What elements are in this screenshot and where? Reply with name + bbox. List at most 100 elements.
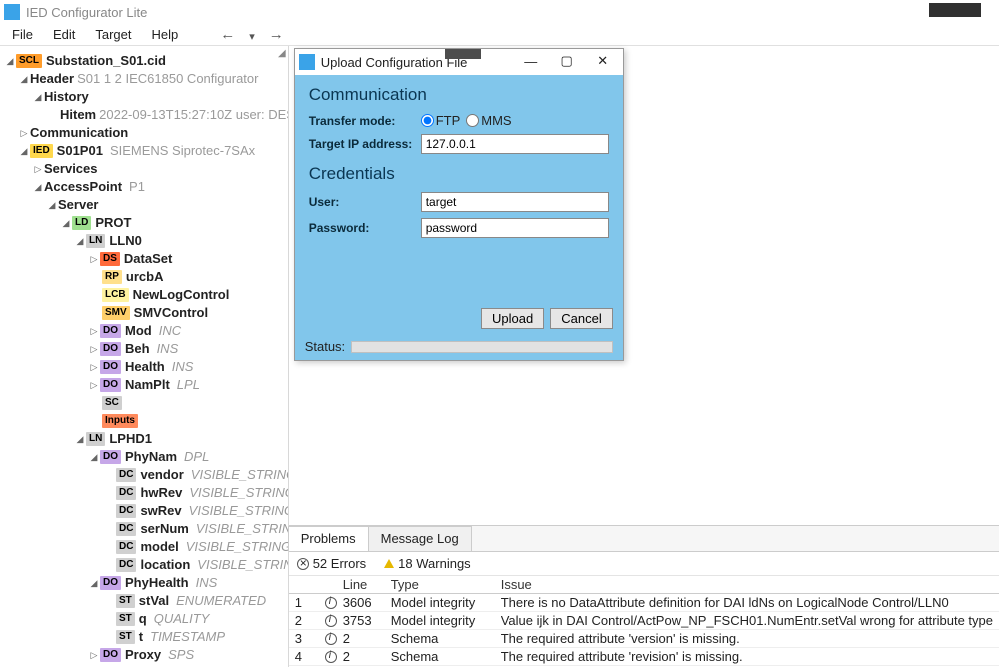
password-input[interactable] bbox=[421, 218, 609, 238]
services-label: Services bbox=[44, 160, 98, 178]
col-line[interactable]: Line bbox=[343, 577, 391, 592]
expander-icon[interactable]: ◢ bbox=[46, 196, 58, 214]
close-icon[interactable]: ✕ bbox=[585, 49, 621, 73]
tree-location[interactable]: DC location VISIBLE_STRING_255 bbox=[4, 556, 288, 574]
tree-mod[interactable]: ▷ DO Mod INC bbox=[4, 322, 288, 340]
menu-help[interactable]: Help bbox=[144, 25, 187, 44]
nav-dropdown-icon[interactable]: ▾ bbox=[249, 30, 255, 47]
expander-icon[interactable]: ◢ bbox=[74, 232, 86, 250]
tree-server[interactable]: ◢ Server bbox=[4, 196, 288, 214]
dialog-titlebar[interactable]: Upload Configuration File — ▢ ✕ bbox=[295, 49, 623, 75]
expander-icon[interactable]: ▷ bbox=[88, 322, 100, 340]
expander-icon[interactable]: ▷ bbox=[18, 124, 30, 142]
expander-icon[interactable]: ◢ bbox=[32, 178, 44, 196]
tree-history[interactable]: ◢ History bbox=[4, 88, 288, 106]
radio-mms-input[interactable] bbox=[466, 114, 479, 127]
table-row[interactable]: 23753Model integrityValue ijk in DAI Con… bbox=[289, 612, 999, 630]
tree-services[interactable]: ▷ Services bbox=[4, 160, 288, 178]
nav-back-icon[interactable]: ← bbox=[220, 26, 235, 43]
row-type: Schema bbox=[391, 649, 501, 664]
tab-message-log[interactable]: Message Log bbox=[368, 526, 472, 551]
tree-lphd1[interactable]: ◢ LN LPHD1 bbox=[4, 430, 288, 448]
expander-icon[interactable]: ▷ bbox=[88, 358, 100, 376]
tree-namplt[interactable]: ▷ DO NamPlt LPL bbox=[4, 376, 288, 394]
table-row[interactable]: 13606Model integrityThere is no DataAttr… bbox=[289, 594, 999, 612]
tree-sernum[interactable]: DC serNum VISIBLE_STRING_255 bbox=[4, 520, 288, 538]
swrev-sub: VISIBLE_STRING_255 bbox=[189, 502, 289, 520]
tree-model[interactable]: DC model VISIBLE_STRING_255 bbox=[4, 538, 288, 556]
tree-communication[interactable]: ▷ Communication bbox=[4, 124, 288, 142]
tree-swrev[interactable]: DC swRev VISIBLE_STRING_255 bbox=[4, 502, 288, 520]
col-issue[interactable]: Issue bbox=[501, 577, 993, 592]
tree-accesspoint[interactable]: ◢ AccessPoint P1 bbox=[4, 178, 288, 196]
tree-dataset[interactable]: ▷ DS DataSet bbox=[4, 250, 288, 268]
location-name: location bbox=[140, 556, 190, 574]
tree-ln0[interactable]: ◢ LN LLN0 bbox=[4, 232, 288, 250]
tree-hwrev[interactable]: DC hwRev VISIBLE_STRING_255 bbox=[4, 484, 288, 502]
table-row[interactable]: 32SchemaThe required attribute 'version'… bbox=[289, 630, 999, 648]
errors-count[interactable]: 52 Errors bbox=[297, 556, 366, 571]
expander-icon[interactable]: ▷ bbox=[32, 160, 44, 178]
t-name: t bbox=[139, 628, 143, 646]
tree-urcba[interactable]: RP urcbA bbox=[4, 268, 288, 286]
tree-scl[interactable]: ◢ SCL Substation_S01.cid bbox=[4, 52, 288, 70]
tree-sc[interactable]: SC bbox=[4, 394, 288, 412]
scl-tree[interactable]: ◢ SCL Substation_S01.cid ◢ Header S01 1 … bbox=[0, 46, 288, 664]
expander-icon[interactable]: ◢ bbox=[88, 574, 100, 592]
expander-icon[interactable]: ◢ bbox=[18, 70, 30, 88]
tab-problems[interactable]: Problems bbox=[288, 526, 369, 551]
expander-icon[interactable]: ◢ bbox=[88, 448, 100, 466]
expander-icon[interactable]: ◢ bbox=[60, 214, 72, 232]
row-type: Schema bbox=[391, 631, 501, 646]
cancel-button[interactable]: Cancel bbox=[550, 308, 612, 329]
tree-ld[interactable]: ◢ LD PROT bbox=[4, 214, 288, 232]
tree-inputs[interactable]: Inputs bbox=[4, 412, 288, 430]
expander-icon[interactable]: ▷ bbox=[88, 376, 100, 394]
tree-hitem[interactable]: Hitem 2022-09-13T15:27:10Z user: DESKTOP… bbox=[4, 106, 288, 124]
tabs: Problems Message Log bbox=[289, 526, 999, 552]
upload-button[interactable]: Upload bbox=[481, 308, 544, 329]
tree-beh[interactable]: ▷ DO Beh INS bbox=[4, 340, 288, 358]
user-input[interactable] bbox=[421, 192, 609, 212]
tree-header[interactable]: ◢ Header S01 1 2 IEC61850 Configurator bbox=[4, 70, 288, 88]
expander-icon[interactable]: ◢ bbox=[32, 88, 44, 106]
menu-file[interactable]: File bbox=[4, 25, 41, 44]
tree-vendor[interactable]: DC vendor VISIBLE_STRING_255 bbox=[4, 466, 288, 484]
tree-phyhealth[interactable]: ◢ DO PhyHealth INS bbox=[4, 574, 288, 592]
tree-ied[interactable]: ◢ IED S01P01 SIEMENS Siprotec-7SAx bbox=[4, 142, 288, 160]
radio-ftp-input[interactable] bbox=[421, 114, 434, 127]
password-row: Password: bbox=[309, 218, 609, 238]
ip-row: Target IP address: bbox=[309, 134, 609, 154]
warnings-count[interactable]: 18 Warnings bbox=[384, 556, 471, 571]
expander-icon[interactable]: ◢ bbox=[4, 52, 16, 70]
expander-icon[interactable]: ▷ bbox=[88, 250, 100, 268]
drag-handle[interactable] bbox=[445, 49, 481, 59]
transfer-mode-row: Transfer mode: FTP MMS bbox=[309, 113, 609, 128]
tree-t[interactable]: ST t TIMESTAMP bbox=[4, 628, 288, 646]
table-row[interactable]: 42SchemaThe required attribute 'revision… bbox=[289, 648, 999, 666]
tree-stval[interactable]: ST stVal ENUMERATED bbox=[4, 592, 288, 610]
tree-proxy[interactable]: ▷ DO Proxy SPS bbox=[4, 646, 288, 664]
col-type[interactable]: Type bbox=[391, 577, 501, 592]
menu-edit[interactable]: Edit bbox=[45, 25, 83, 44]
expander-icon[interactable]: ▷ bbox=[88, 340, 100, 358]
expander-icon[interactable]: ◢ bbox=[74, 430, 86, 448]
tree-health[interactable]: ▷ DO Health INS bbox=[4, 358, 288, 376]
expander-icon[interactable]: ◢ bbox=[18, 142, 30, 160]
tree-phynam[interactable]: ◢ DO PhyNam DPL bbox=[4, 448, 288, 466]
radio-mms[interactable]: MMS bbox=[466, 113, 511, 128]
menu-target[interactable]: Target bbox=[87, 25, 139, 44]
maximize-icon[interactable]: ▢ bbox=[549, 49, 585, 73]
nav-forward-icon[interactable]: → bbox=[269, 26, 284, 43]
dc-badge: DC bbox=[116, 468, 136, 482]
minimize-icon[interactable]: — bbox=[513, 49, 549, 73]
ip-input[interactable] bbox=[421, 134, 609, 154]
tree-smv[interactable]: SMV SMVControl bbox=[4, 304, 288, 322]
collapse-icon[interactable]: ◢ bbox=[278, 48, 286, 59]
tree-q[interactable]: ST q QUALITY bbox=[4, 610, 288, 628]
beh-name: Beh bbox=[125, 340, 150, 358]
expander-icon[interactable]: ▷ bbox=[88, 646, 100, 664]
error-icon bbox=[297, 558, 309, 570]
tree-lcb[interactable]: LCB NewLogControl bbox=[4, 286, 288, 304]
radio-ftp[interactable]: FTP bbox=[421, 113, 461, 128]
